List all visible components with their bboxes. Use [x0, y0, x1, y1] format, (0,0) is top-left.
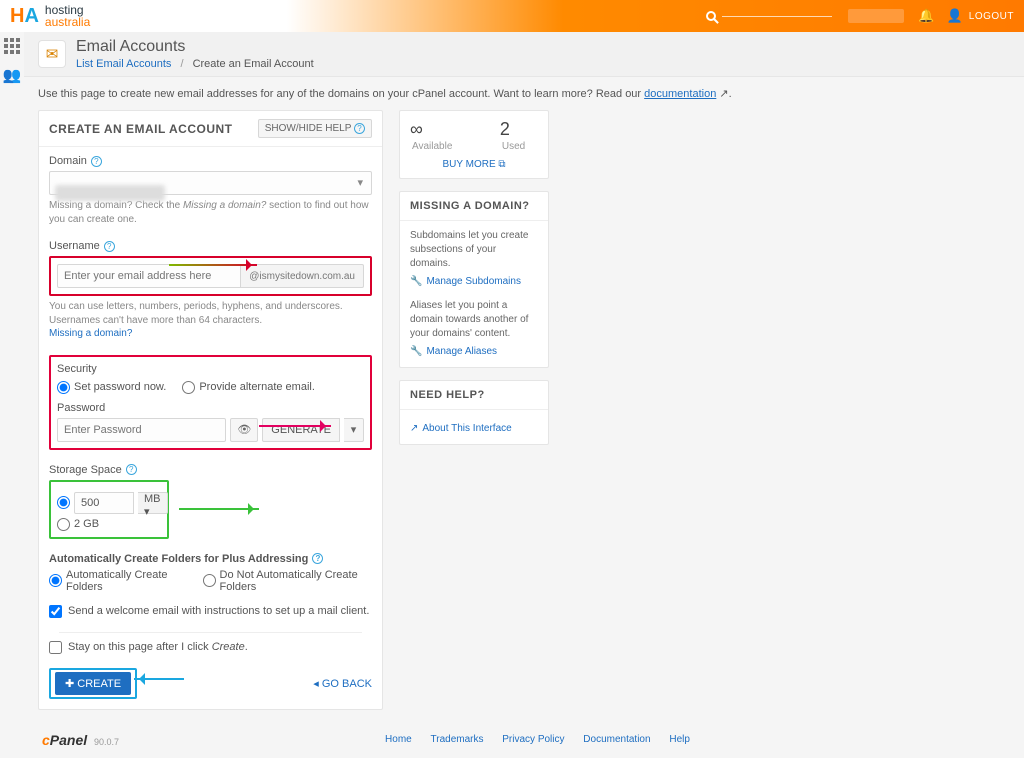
domain-hint: Missing a domain? Check the Missing a do…	[49, 199, 372, 226]
brand-text: hostingaustralia	[45, 4, 90, 28]
security-group: Security Set password now. Provide alter…	[39, 347, 382, 456]
missing-domain-title: MISSING A DOMAIN?	[400, 192, 548, 221]
users-icon[interactable]: 👥	[3, 66, 22, 84]
stay-on-page-checkbox[interactable]	[49, 641, 62, 654]
external-link-icon: ↗	[410, 422, 418, 436]
generate-options-caret[interactable]: ▾	[344, 418, 364, 442]
logout-link[interactable]: LOGOUT	[969, 11, 1014, 22]
domain-suffix: @ismysitedown.com.au	[241, 264, 364, 288]
footer-links: Home Trademarks Privacy Policy Documenta…	[377, 734, 698, 745]
wrench-icon: 🔧	[410, 345, 422, 359]
apps-grid-icon[interactable]	[4, 38, 20, 54]
help-icon[interactable]: ?	[91, 156, 102, 167]
plus-no-auto-option[interactable]: Do Not Automatically Create Folders	[203, 569, 372, 593]
username-hint-1: You can use letters, numbers, periods, h…	[49, 300, 372, 314]
domain-value-blur	[55, 185, 165, 201]
wrench-icon: 🔧	[410, 275, 422, 289]
stats-panel: ∞ Available 2 Used BUY MORE ⧉	[399, 110, 549, 179]
storage-size-input[interactable]	[74, 492, 134, 514]
plus-addressing-group: Automatically Create Folders for Plus Ad…	[39, 545, 382, 599]
footer-link-help[interactable]: Help	[669, 734, 690, 745]
intro-text: Use this page to create new email addres…	[24, 77, 1024, 110]
panel-heading: CREATE AN EMAIL ACCOUNT	[49, 122, 233, 136]
missing-domain-panel: MISSING A DOMAIN? Subdomains let you cre…	[399, 191, 549, 368]
about-interface-link[interactable]: ↗ About This Interface	[410, 422, 512, 436]
plus-auto-create-option[interactable]: Automatically Create Folders	[49, 569, 187, 593]
create-button[interactable]: ✚ CREATE	[55, 672, 131, 695]
manage-subdomains-link[interactable]: 🔧 Manage Subdomains	[410, 275, 521, 289]
brand-mark: HA	[10, 5, 39, 28]
help-icon[interactable]: ?	[312, 553, 323, 564]
page-header: ✉ Email Accounts List Email Accounts / C…	[24, 32, 1024, 77]
breadcrumb-current: Create an Email Account	[193, 58, 314, 70]
footer-link-home[interactable]: Home	[385, 734, 412, 745]
toggle-password-visibility-icon[interactable]: 👁	[230, 418, 258, 442]
storage-2gb-radio[interactable]	[57, 518, 70, 531]
brand-logo: HA hostingaustralia	[10, 4, 90, 28]
list-email-accounts-link[interactable]: List Email Accounts	[76, 58, 171, 70]
available-label: Available	[412, 141, 452, 152]
username-label: Username	[49, 240, 100, 252]
plus-addressing-title: Automatically Create Folders for Plus Ad…	[49, 553, 308, 565]
used-label: Used	[502, 141, 525, 152]
page-title: Email Accounts	[76, 38, 314, 56]
security-alt-email-option[interactable]: Provide alternate email.	[182, 381, 315, 394]
missing-domain-p1: Subdomains let you create subsections of…	[410, 229, 538, 271]
footer-link-trademarks[interactable]: Trademarks	[431, 734, 484, 745]
create-email-panel: CREATE AN EMAIL ACCOUNT SHOW/HIDE HELP ?…	[38, 110, 383, 710]
footer-link-documentation[interactable]: Documentation	[583, 734, 650, 745]
buy-more-link[interactable]: BUY MORE ⧉	[442, 159, 505, 170]
help-icon: ?	[354, 123, 365, 134]
storage-unit-select[interactable]: MB ▾	[138, 492, 168, 514]
footer-link-privacy[interactable]: Privacy Policy	[502, 734, 564, 745]
username-input[interactable]	[57, 264, 241, 288]
storage-2gb-label: 2 GB	[74, 518, 99, 530]
storage-label: Storage Space	[49, 464, 122, 476]
domain-label: Domain	[49, 155, 87, 167]
search-icon[interactable]	[706, 11, 716, 21]
annotation-arrow-red	[169, 264, 257, 266]
username-group: Username ? @ismysitedown.com.au You can …	[39, 232, 382, 347]
password-input[interactable]	[57, 418, 226, 442]
top-bar: HA hostingaustralia 🔔 👤 LOGOUT	[0, 0, 1024, 32]
need-help-title: NEED HELP?	[400, 381, 548, 410]
annotation-arrow-pink	[259, 425, 331, 427]
external-link-icon: ↗	[716, 88, 728, 100]
email-accounts-icon: ✉	[38, 40, 66, 68]
user-name-blur	[848, 9, 904, 23]
help-icon[interactable]: ?	[126, 464, 137, 475]
documentation-link[interactable]: documentation	[644, 88, 716, 100]
logout-icon[interactable]: 👤	[947, 8, 963, 24]
annotation-arrow-blue	[134, 678, 184, 680]
security-label: Security	[57, 363, 97, 375]
right-column: ∞ Available 2 Used BUY MORE ⧉ MISSING A …	[399, 110, 549, 445]
welcome-email-label: Send a welcome email with instructions t…	[68, 605, 369, 617]
stay-on-page-label: Stay on this page after I click Create.	[68, 641, 248, 653]
help-icon[interactable]: ?	[104, 241, 115, 252]
annotation-arrow-green	[179, 508, 259, 510]
domain-group: Domain ? Missing a domain? Check the Mis…	[39, 147, 382, 232]
welcome-email-checkbox[interactable]	[49, 605, 62, 618]
show-hide-help-button[interactable]: SHOW/HIDE HELP ?	[258, 119, 372, 138]
cpanel-logo: cPanel	[42, 732, 87, 748]
storage-custom-radio[interactable]	[57, 496, 70, 509]
username-hint-2: Usernames can't have more than 64 charac…	[49, 314, 372, 328]
storage-group: Storage Space ? MB ▾ 2 GB	[39, 456, 382, 545]
missing-domain-link[interactable]: Missing a domain?	[49, 328, 132, 339]
create-button-highlight: ✚ CREATE	[49, 668, 137, 699]
bell-icon[interactable]: 🔔	[918, 8, 934, 24]
go-back-link[interactable]: ◂ GO BACK	[313, 677, 372, 690]
need-help-panel: NEED HELP? ↗ About This Interface	[399, 380, 549, 445]
used-value: 2	[500, 119, 510, 139]
page-footer: cPanel 90.0.7 Home Trademarks Privacy Po…	[24, 722, 1024, 758]
available-value: ∞	[410, 119, 423, 139]
missing-domain-p2: Aliases let you point a domain towards a…	[410, 299, 538, 341]
password-label: Password	[57, 402, 105, 414]
external-link-icon: ⧉	[498, 159, 505, 170]
search-input-underline[interactable]	[722, 16, 832, 17]
security-set-now-option[interactable]: Set password now.	[57, 381, 166, 394]
manage-aliases-link[interactable]: 🔧 Manage Aliases	[410, 345, 497, 359]
cpanel-version: 90.0.7	[94, 737, 119, 747]
left-rail: 👥	[0, 32, 24, 84]
